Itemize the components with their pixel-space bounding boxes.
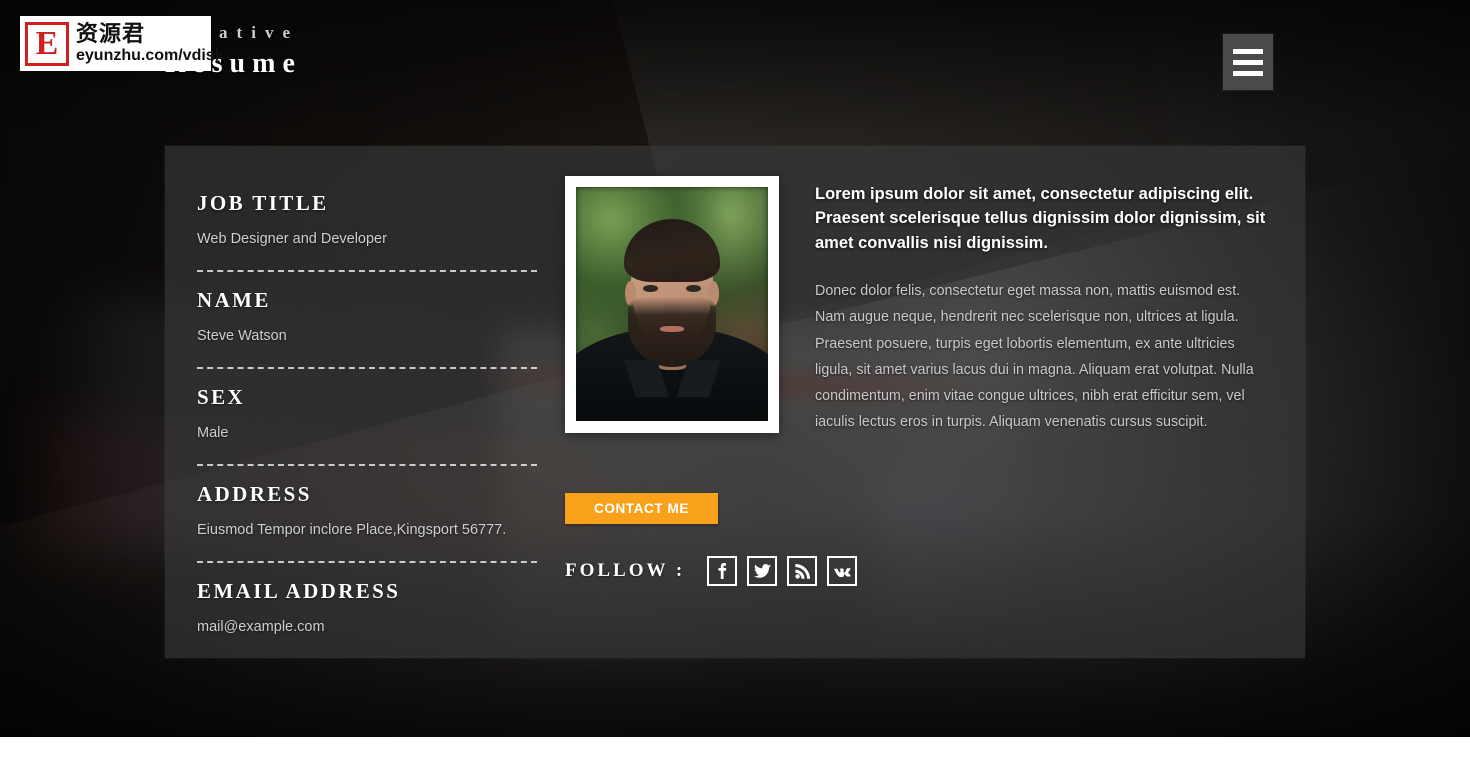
resume-card: JOB TITLE Web Designer and Developer NAM… <box>165 146 1305 658</box>
info-block-name: NAME Steve Watson <box>197 287 537 348</box>
info-value-job-title: Web Designer and Developer <box>197 231 387 248</box>
follow-row: FOLLOW : <box>565 556 895 586</box>
rss-icon[interactable] <box>787 556 818 586</box>
info-label-name: NAME <box>197 287 271 312</box>
info-label-email: EMAIL ADDRESS <box>197 578 401 603</box>
watermark-logo: E 资源君 eyunzhu.com/vdisk <box>20 16 224 71</box>
vk-icon[interactable] <box>827 556 858 586</box>
info-value-sex: Male <box>197 424 229 441</box>
portrait-photo <box>576 187 768 421</box>
hamburger-bar-3 <box>1233 70 1263 76</box>
info-value-address: Eiusmod Tempor inclore Place,Kingsport 5… <box>197 521 507 538</box>
personal-info-column: JOB TITLE Web Designer and Developer NAM… <box>197 191 537 639</box>
portrait-frame <box>565 176 779 433</box>
info-block-email: EMAIL ADDRESS mail@example.com <box>197 578 537 639</box>
about-text-column: Lorem ipsum dolor sit amet, consectetur … <box>815 182 1270 435</box>
about-body-paragraph: Donec dolor felis, consectetur eget mass… <box>815 283 1254 430</box>
info-block-address: ADDRESS Eiusmod Tempor inclore Place,Kin… <box>197 481 537 542</box>
info-label-job-title: JOB TITLE <box>197 191 329 215</box>
follow-label: FOLLOW : <box>565 560 686 581</box>
watermark-badge-letter: E <box>25 21 69 66</box>
page-footer <box>0 737 1470 780</box>
info-label-address: ADDRESS <box>197 481 312 506</box>
facebook-icon[interactable] <box>707 556 738 586</box>
watermark-url: eyunzhu.com/vdisk <box>76 46 224 64</box>
portrait-lips <box>660 326 684 333</box>
contact-me-button[interactable]: CONTACT ME <box>565 493 718 524</box>
info-value-name: Steve Watson <box>197 328 287 345</box>
info-block-job-title: JOB TITLE Web Designer and Developer <box>197 191 537 251</box>
twitter-icon[interactable] <box>747 556 778 586</box>
divider-1 <box>197 269 537 272</box>
hamburger-bar-2 <box>1233 59 1263 65</box>
divider-4 <box>197 560 537 563</box>
hamburger-bar-1 <box>1233 48 1263 54</box>
about-lead-paragraph: Lorem ipsum dolor sit amet, consectetur … <box>815 185 1266 252</box>
divider-2 <box>197 366 537 369</box>
info-value-email: mail@example.com <box>197 618 325 635</box>
hamburger-menu-icon[interactable] <box>1223 34 1273 90</box>
info-label-sex: SEX <box>197 384 246 409</box>
watermark-chinese-name: 资源君 <box>76 21 146 47</box>
watermark-text: 资源君 eyunzhu.com/vdisk <box>76 23 224 65</box>
divider-3 <box>197 463 537 466</box>
info-block-sex: SEX Male <box>197 384 537 445</box>
social-links <box>707 556 858 586</box>
